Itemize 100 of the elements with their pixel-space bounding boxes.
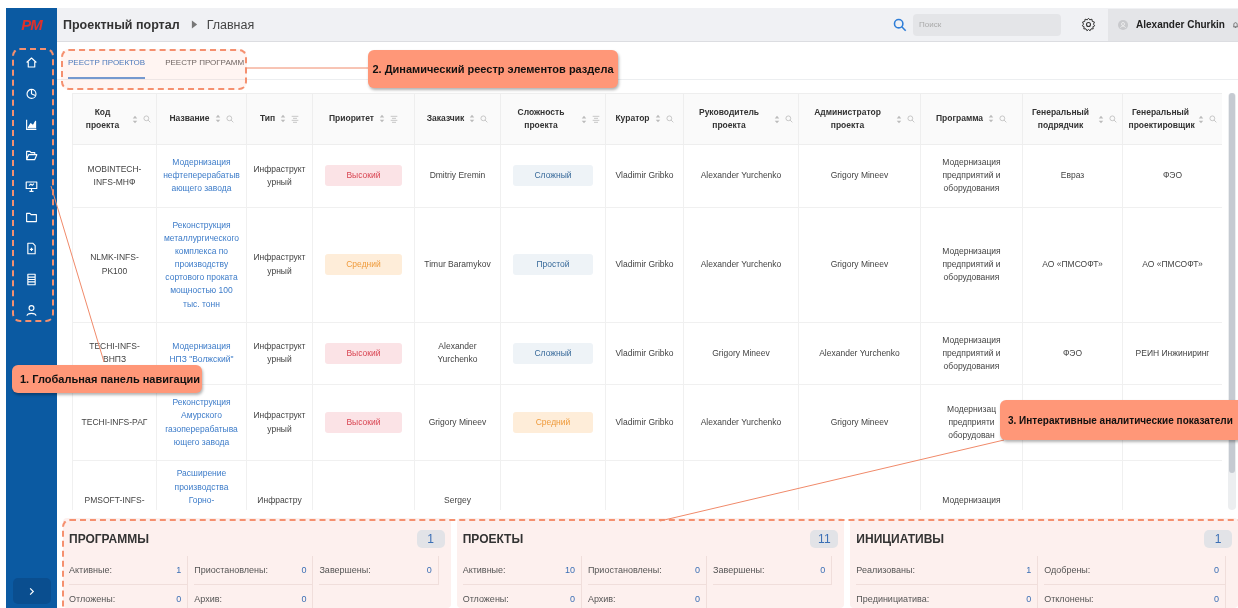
sort-icon[interactable] <box>1197 114 1204 124</box>
settings-icon[interactable] <box>1081 17 1096 32</box>
stat-value[interactable]: 0 <box>695 565 701 575</box>
table-cell: Grigory Mineev <box>830 417 889 427</box>
table-cell: Евраз <box>1060 170 1085 181</box>
stat-value[interactable]: 0 <box>176 594 182 604</box>
stat-value[interactable]: 0 <box>1026 594 1032 604</box>
stat-label: Архив: <box>587 594 616 604</box>
stat-value[interactable]: 0 <box>301 594 307 604</box>
stat-label: Завершены: <box>319 565 371 575</box>
sort-icon[interactable] <box>214 114 221 124</box>
table-cell: TECHI-INFS-РАГ <box>81 417 148 427</box>
table-cell: РЕИН Инжиниринг <box>1135 347 1210 358</box>
sort-icon[interactable] <box>379 114 386 124</box>
filter-icon[interactable] <box>291 115 300 123</box>
table-cell: Alexander Yurchenko <box>437 341 478 365</box>
stat-value[interactable]: 0 <box>569 594 575 604</box>
table-cell: Vladimir Gribko <box>615 170 674 181</box>
sort-icon[interactable] <box>469 114 476 124</box>
table-cell: Alexander Yurchenko <box>700 170 782 181</box>
column-header: Название <box>169 112 210 126</box>
search-icon[interactable] <box>480 115 489 123</box>
user-icon[interactable] <box>25 304 38 317</box>
stat-value[interactable]: 0 <box>301 565 307 575</box>
callout: 3. Интерактивные аналитические показатели <box>1000 400 1238 440</box>
app-title[interactable]: Проектный портал <box>63 17 180 32</box>
folder-icon[interactable] <box>25 149 38 162</box>
folder-icon[interactable] <box>25 211 38 224</box>
list-icon[interactable] <box>25 273 38 286</box>
pie-chart-icon[interactable] <box>25 87 38 100</box>
stat-value[interactable]: 0 <box>1214 565 1219 575</box>
table-cell: PMSOFT-INFS- <box>84 494 145 505</box>
filter-icon[interactable] <box>591 115 600 123</box>
status-badge: Высокий <box>325 412 402 434</box>
table-cell: Инфраструктурный <box>253 252 306 276</box>
table-cell: Alexander Yurchenko <box>700 417 782 427</box>
sort-icon[interactable] <box>988 114 995 124</box>
stat-value[interactable]: 0 <box>426 565 432 575</box>
table-cell: Модернизация <box>942 494 1001 505</box>
column-header: Генеральный проектировщик <box>1128 105 1193 132</box>
stat-value[interactable]: 0 <box>1214 594 1219 604</box>
sort-icon[interactable] <box>280 114 287 124</box>
table-cell: Grigory Mineev <box>830 259 889 270</box>
presentation-icon[interactable] <box>25 180 38 193</box>
search-icon[interactable] <box>906 115 915 123</box>
column-header: Заказчик <box>426 112 465 126</box>
column-header: Генеральный подрядчик <box>1030 105 1091 132</box>
table-cell: Модернизация предприятий и оборудования <box>942 245 1001 283</box>
breadcrumb-separator-icon <box>190 20 198 29</box>
stat-value[interactable]: 0 <box>695 594 701 604</box>
stat-value[interactable]: 1 <box>1026 565 1032 575</box>
table-cell: АО «ПМСОФТ» <box>1042 259 1103 270</box>
table-cell: ФЭО <box>1062 347 1083 358</box>
table-cell: MOBINTECH-INFS-МНФ <box>87 163 142 187</box>
sort-icon[interactable] <box>580 114 587 124</box>
table-cell: Инфраструктурный <box>253 410 306 434</box>
stat-label: Одобрены: <box>1044 565 1091 575</box>
search-icon[interactable] <box>1108 115 1117 123</box>
table-cell: Grigory Mineev <box>830 170 889 181</box>
table-cell: Vladimir Gribko <box>615 417 674 427</box>
stat-value[interactable]: 10 <box>564 565 575 575</box>
card-title: ПРОГРАММЫ <box>69 532 149 546</box>
table-cell: Timur Baramykov <box>424 259 491 270</box>
breadcrumb-page: Главная <box>206 17 255 32</box>
stat-label: Завершены: <box>713 565 765 575</box>
document-icon[interactable] <box>25 242 38 255</box>
count-badge: 1 <box>1204 530 1232 548</box>
stat-label: Приостановлены: <box>587 565 662 575</box>
stat-value[interactable]: 1 <box>176 565 182 575</box>
search-icon[interactable] <box>893 17 907 32</box>
column-header: Приоритет <box>328 112 375 126</box>
expand-button[interactable] <box>12 578 51 604</box>
home-icon[interactable] <box>25 56 38 69</box>
sort-icon[interactable] <box>654 114 661 124</box>
search-icon[interactable] <box>1208 115 1217 123</box>
stat-label: Архив: <box>194 594 222 604</box>
filter-icon[interactable] <box>390 115 399 123</box>
user-menu[interactable]: Alexander Churkin <box>1108 8 1238 41</box>
count-badge: 11 <box>810 530 839 548</box>
sort-icon[interactable] <box>1097 114 1104 124</box>
chart-icon[interactable] <box>25 118 38 131</box>
column-header: Программа <box>935 112 984 126</box>
sort-icon[interactable] <box>773 114 780 124</box>
stat-value[interactable]: 0 <box>820 565 826 575</box>
search-icon[interactable] <box>225 115 234 123</box>
table-cell: Инфраструктурный <box>253 341 306 365</box>
table-cell: Модернизац предприяти оборудован <box>946 403 997 441</box>
search-icon[interactable] <box>665 115 674 123</box>
tab[interactable]: РЕЕСТР ПРОЕКТОВ <box>68 48 146 79</box>
table-cell: Vladimir Gribko <box>615 347 674 358</box>
table-cell: Модернизация предприятий и оборудования <box>942 334 1001 372</box>
stat-label: Реализованы: <box>856 565 915 575</box>
sort-icon[interactable] <box>131 114 138 124</box>
search-icon[interactable] <box>999 115 1008 123</box>
stat-label: Отклонены: <box>1044 594 1094 604</box>
search-icon[interactable] <box>142 115 151 123</box>
search-icon[interactable] <box>784 115 793 123</box>
tab[interactable]: РЕЕСТР ПРОГРАММ <box>165 48 245 79</box>
sort-icon[interactable] <box>895 114 902 124</box>
table-cell: Grigory Mineev <box>428 417 487 427</box>
